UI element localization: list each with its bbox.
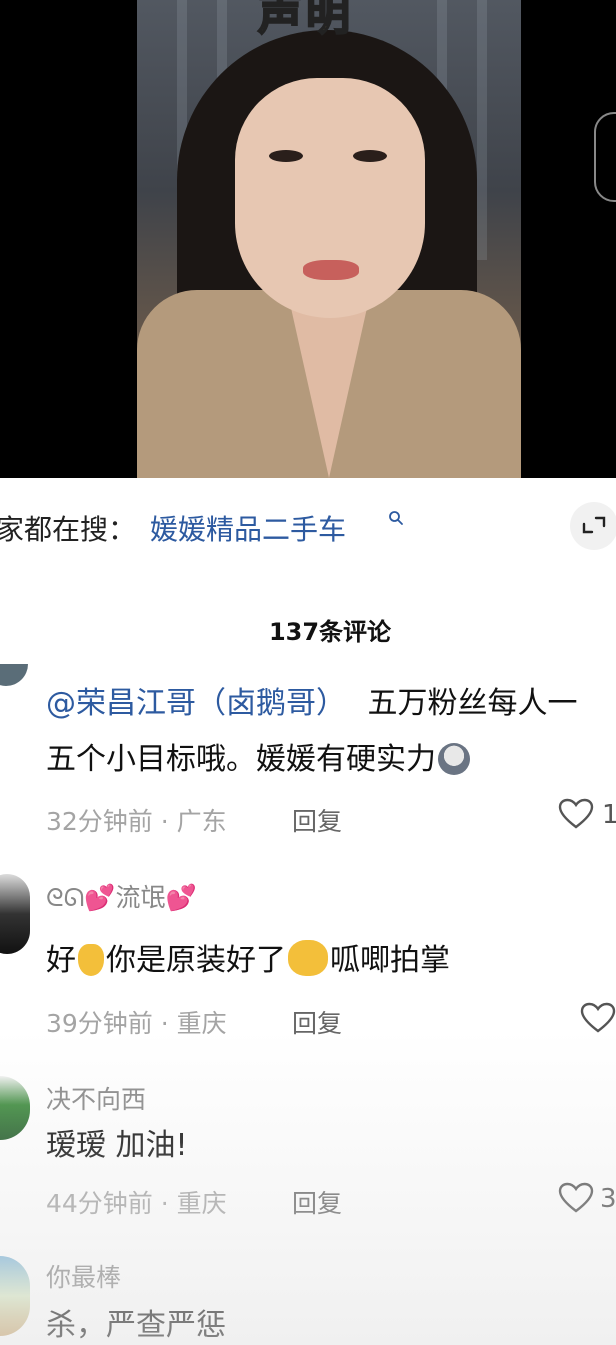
expand-button[interactable] bbox=[570, 502, 616, 550]
like-count: 1 bbox=[602, 800, 616, 830]
comments-count-header: 137条评论 bbox=[268, 618, 392, 646]
comment-time-location: 39分钟前 · 重庆 bbox=[46, 1009, 227, 1038]
comment-text: 杀，严查严惩 bbox=[46, 1308, 226, 1343]
lips bbox=[303, 260, 359, 280]
comment-time-location: 32分钟前 · 广东 bbox=[46, 807, 227, 836]
heart-icon[interactable] bbox=[580, 1002, 616, 1034]
reply-button[interactable]: 回复 bbox=[292, 1004, 342, 1040]
comment-text-part: 好 bbox=[46, 943, 76, 978]
heart-icon[interactable] bbox=[558, 798, 594, 830]
search-suggestion-bar: 家都在搜： 媛媛精品二手车 bbox=[0, 478, 616, 576]
side-handle[interactable] bbox=[594, 112, 616, 202]
eye bbox=[269, 150, 303, 162]
ok-hand-emoji-icon bbox=[78, 944, 104, 976]
like-count: 3 bbox=[600, 1184, 616, 1214]
person-face bbox=[235, 78, 425, 318]
mention-link[interactable]: @荣昌江哥（卤鹅哥） bbox=[46, 686, 346, 721]
video-frame bbox=[137, 0, 521, 478]
reply-button[interactable]: 回复 bbox=[292, 802, 342, 838]
clapping-hands-emoji-icon bbox=[288, 940, 328, 976]
eye bbox=[353, 150, 387, 162]
username[interactable]: 决不向西 bbox=[46, 1080, 146, 1116]
avatar[interactable] bbox=[0, 1076, 30, 1140]
comment-text-line2: 五个小目标哦。媛媛有硬实力 bbox=[46, 742, 436, 777]
avatar[interactable] bbox=[0, 664, 28, 686]
comment-text: 好你是原装好了 呱唧拍掌 bbox=[46, 940, 450, 980]
curtain-stripe bbox=[477, 0, 487, 260]
avatar[interactable] bbox=[0, 874, 30, 954]
comment-text-line1: 五万粉丝每人一 bbox=[367, 686, 578, 721]
wolf-emoji-icon bbox=[438, 743, 470, 775]
heart-icon[interactable] bbox=[558, 1182, 594, 1214]
search-icon[interactable] bbox=[388, 510, 404, 526]
comment-text-line2-wrap: 五个小目标哦。媛媛有硬实力 bbox=[46, 740, 472, 779]
avatar[interactable] bbox=[0, 1256, 30, 1336]
comment-text: @荣昌江哥（卤鹅哥） 五万粉丝每人一 bbox=[46, 684, 578, 723]
search-prefix-label: 家都在搜： bbox=[0, 513, 137, 546]
video-title-overlay: 声明 bbox=[257, 0, 354, 41]
expand-icon bbox=[582, 516, 606, 534]
username[interactable]: 你最棒 bbox=[46, 1258, 121, 1294]
comment-text-part: 呱唧拍掌 bbox=[330, 943, 450, 978]
comment-text: 瑷瑷 加油! bbox=[46, 1128, 188, 1163]
video-player[interactable]: 声明 bbox=[0, 0, 616, 478]
comment-text-part: 你是原装好了 bbox=[106, 943, 286, 978]
reply-button[interactable]: 回复 bbox=[292, 1184, 342, 1220]
comment-time-location: 44分钟前 · 重庆 bbox=[46, 1189, 227, 1218]
username[interactable]: ᘓᘏ💕流氓💕 bbox=[46, 878, 197, 914]
search-suggestion-link[interactable]: 媛媛精品二手车 bbox=[150, 508, 346, 548]
